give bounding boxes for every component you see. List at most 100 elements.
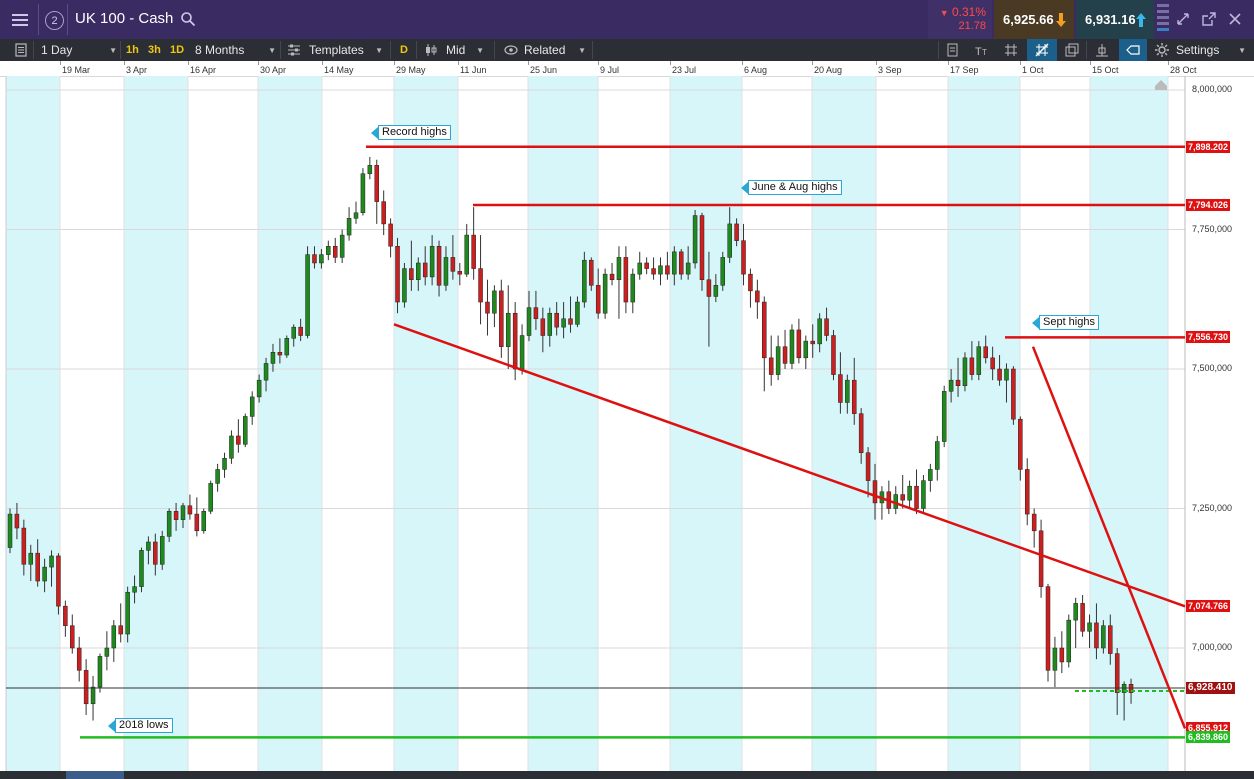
candle-body	[42, 566, 47, 582]
candle-body	[146, 541, 151, 551]
search-icon[interactable]	[180, 11, 196, 27]
record-highs-annotation[interactable]: Record highs	[371, 125, 451, 140]
candle-body	[672, 251, 677, 275]
date-tick	[598, 61, 599, 65]
candle-body	[851, 379, 857, 414]
hamburger-menu-icon[interactable]	[8, 9, 32, 31]
candle-body	[284, 338, 290, 356]
candle-body	[243, 416, 248, 445]
price-tag-icon	[1126, 45, 1140, 55]
eye-icon[interactable]	[503, 42, 519, 58]
candle-body	[630, 273, 636, 303]
candle-body	[976, 346, 982, 375]
crosshair-grid-icon[interactable]	[1003, 42, 1019, 58]
list-icon[interactable]	[944, 42, 960, 58]
templates-dropdown[interactable]: Templates ▼	[309, 39, 383, 61]
candle-body	[90, 686, 96, 705]
price-chart[interactable]	[0, 76, 1254, 771]
candle-body	[1059, 647, 1065, 663]
candle-body	[1045, 586, 1051, 671]
candle-body	[720, 257, 726, 286]
d-badge-button[interactable]: D	[400, 39, 408, 61]
candle-body	[367, 165, 373, 174]
interval-1d-button[interactable]: 1D	[170, 39, 184, 61]
candle-body	[955, 379, 961, 386]
candle-body	[63, 605, 68, 626]
candle-body	[858, 413, 864, 453]
candle-body	[159, 536, 165, 565]
date-label: 29 May	[396, 65, 426, 75]
interval-1h-button[interactable]: 1h	[126, 39, 139, 61]
text-size-icon[interactable]: TT	[974, 42, 990, 58]
interval-3h-button[interactable]: 3h	[148, 39, 161, 61]
date-label: 1 Oct	[1022, 65, 1044, 75]
buy-button[interactable]: 6,931.16	[1076, 0, 1154, 39]
candle-body	[76, 647, 82, 671]
sept-high-price-tag: 7,556.730	[1186, 331, 1231, 344]
price-axis-label: 7,250,000	[1192, 502, 1233, 513]
related-dropdown[interactable]: Related ▼	[524, 39, 586, 61]
indicator-icon[interactable]	[1094, 42, 1110, 58]
candle-body	[374, 165, 380, 202]
week-shade	[394, 76, 458, 771]
date-tick	[1090, 61, 1091, 65]
layers-icon[interactable]	[1064, 42, 1080, 58]
candle-body	[595, 285, 601, 314]
candle-body	[907, 485, 912, 501]
candle-body	[249, 396, 255, 417]
expand-icon[interactable]	[1175, 11, 1191, 27]
candle-body	[125, 591, 130, 635]
candle-body	[505, 312, 511, 347]
june-aug-highs-annotation[interactable]: June & Aug highs	[741, 180, 842, 195]
candle-body	[222, 458, 227, 470]
price-axis-label: 7,750,000	[1192, 223, 1233, 234]
sell-price: 6,925.66	[1003, 12, 1054, 27]
june-aug-high-price-tag: 7,794.026	[1186, 198, 1231, 211]
date-label: 30 Apr	[260, 65, 287, 75]
week-shade	[1090, 76, 1168, 771]
candle-body	[935, 441, 940, 470]
candle-body	[194, 513, 200, 532]
candle-body	[1094, 622, 1099, 649]
date-tick	[670, 61, 671, 65]
candle-body	[485, 301, 490, 314]
candle-body	[429, 245, 435, 278]
candle-body	[692, 215, 698, 264]
candle-body	[734, 223, 739, 241]
candle-body	[512, 312, 518, 370]
candle-body	[1052, 647, 1058, 671]
instrument-name[interactable]: UK 100 - Cash	[75, 10, 173, 27]
range-dropdown[interactable]: 8 Months ▼	[195, 39, 276, 61]
candle-body	[900, 494, 905, 501]
candle-body	[388, 223, 393, 247]
close-icon[interactable]	[1227, 11, 1243, 27]
draw-tools-button[interactable]	[1027, 39, 1057, 61]
candle-body	[706, 279, 712, 297]
candle-body	[658, 265, 663, 275]
candle-type-icon[interactable]	[423, 42, 439, 58]
bottom-bar	[0, 771, 1254, 779]
candle-body	[921, 480, 926, 509]
interval-dropdown[interactable]: 1 Day ▼	[41, 39, 117, 61]
panel-count-badge[interactable]: 2	[45, 11, 64, 30]
gear-icon[interactable]	[1154, 42, 1170, 58]
candle-body	[727, 223, 732, 258]
candle-body	[547, 312, 553, 336]
sell-button[interactable]: 6,925.66	[994, 0, 1074, 39]
buy-arrow-icon	[1136, 13, 1146, 27]
date-tick	[458, 61, 459, 65]
date-label: 11 Jun	[460, 65, 487, 75]
candle-body	[831, 335, 836, 375]
settings-dropdown[interactable]: Settings ▼	[1176, 39, 1246, 61]
popout-icon[interactable]	[1201, 11, 1217, 27]
sept-highs-annotation[interactable]: Sept highs	[1032, 315, 1099, 330]
buy-price: 6,931.16	[1085, 12, 1136, 27]
templates-icon[interactable]	[286, 42, 302, 58]
lows-2018-annotation[interactable]: 2018 lows	[108, 718, 173, 733]
date-tick	[394, 61, 395, 65]
candle-body	[533, 307, 539, 320]
price-tag-button[interactable]	[1119, 39, 1147, 61]
date-tick	[60, 61, 61, 65]
price-type-dropdown[interactable]: Mid ▼	[446, 39, 484, 61]
list-icon[interactable]	[13, 42, 29, 58]
